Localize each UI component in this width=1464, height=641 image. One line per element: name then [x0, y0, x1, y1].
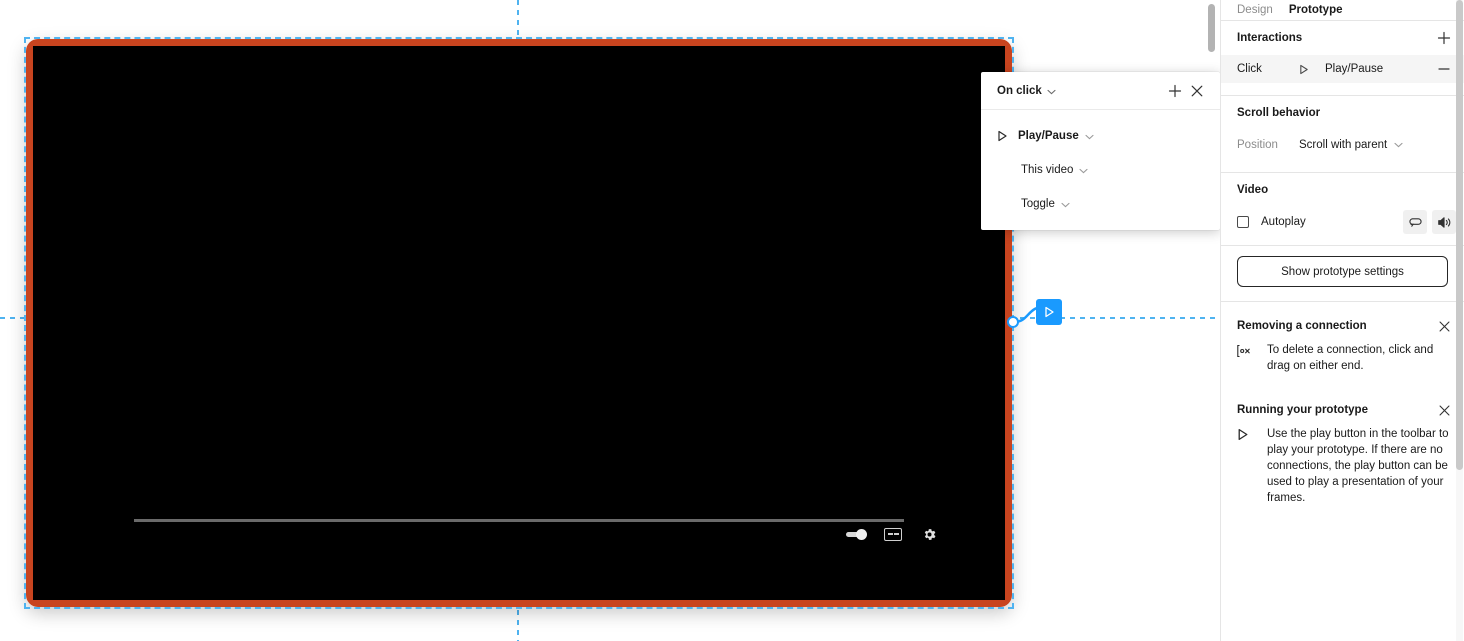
- tab-design[interactable]: Design: [1237, 4, 1273, 16]
- volume-slider[interactable]: [845, 528, 867, 540]
- volume-icon[interactable]: [1432, 210, 1456, 234]
- tip-removing-connection: Removing a connection To delete a connec…: [1221, 310, 1464, 388]
- autoplay-label: Autoplay: [1261, 216, 1306, 228]
- interaction-trigger-label: Click: [1237, 63, 1262, 75]
- popup-trigger-title: On click: [997, 84, 1042, 97]
- panel-tabs: Design Prototype: [1221, 0, 1464, 21]
- popup-action-label: Play/Pause: [1018, 130, 1079, 142]
- add-interaction-button[interactable]: [1432, 26, 1456, 50]
- chevron-down-icon[interactable]: [1085, 127, 1094, 145]
- video-frame-selected[interactable]: [24, 37, 1014, 609]
- tip-title: Removing a connection: [1237, 320, 1367, 332]
- chevron-down-icon[interactable]: [1061, 195, 1070, 213]
- interaction-action-label: Play/Pause: [1325, 63, 1384, 75]
- popup-mode-row[interactable]: Toggle: [1021, 192, 1204, 216]
- tip-text: To delete a connection, click and drag o…: [1267, 344, 1434, 372]
- panel-scrollbar-thumb[interactable]: [1456, 0, 1463, 470]
- tip-running-prototype: Running your prototype Use the play butt…: [1221, 394, 1464, 520]
- play-triangle-icon: [997, 130, 1008, 142]
- interactions-title: Interactions: [1237, 32, 1303, 44]
- video-section: Video Autoplay: [1221, 173, 1464, 246]
- video-screen[interactable]: [33, 46, 1005, 600]
- chevron-down-icon: [1394, 139, 1403, 151]
- close-tip-button[interactable]: [1432, 398, 1456, 422]
- popup-mode-label: Toggle: [1021, 198, 1055, 210]
- right-properties-panel: Design Prototype Interactions Click Play…: [1220, 0, 1464, 641]
- close-popup-button[interactable]: [1186, 80, 1208, 102]
- closed-captions-icon[interactable]: [883, 524, 903, 544]
- interactions-section: Interactions Click Play/Pause: [1221, 21, 1464, 96]
- position-dropdown[interactable]: Scroll with parent: [1299, 139, 1403, 151]
- position-label: Position: [1237, 139, 1278, 151]
- popup-header: On click: [981, 72, 1220, 110]
- play-triangle-icon: [1299, 64, 1325, 75]
- popup-target-row[interactable]: This video: [1021, 158, 1204, 182]
- tab-prototype[interactable]: Prototype: [1289, 4, 1343, 16]
- video-header: Video: [1221, 173, 1464, 207]
- position-value: Scroll with parent: [1299, 139, 1388, 151]
- popup-body: Play/Pause This video Toggle: [981, 110, 1220, 216]
- interaction-row-click[interactable]: Click Play/Pause: [1221, 55, 1464, 83]
- remove-connection-icon: [1237, 342, 1253, 374]
- scroll-behavior-title: Scroll behavior: [1237, 107, 1321, 119]
- interaction-details-popup[interactable]: On click Play/Pause This video Toggle: [981, 72, 1220, 230]
- play-triangle-icon: [1237, 426, 1253, 506]
- chevron-down-icon[interactable]: [1047, 82, 1056, 100]
- autoplay-checkbox[interactable]: [1237, 216, 1249, 228]
- close-tip-button[interactable]: [1432, 314, 1456, 338]
- chevron-down-icon[interactable]: [1079, 161, 1088, 179]
- scroll-behavior-section: Scroll behavior Position Scroll with par…: [1221, 96, 1464, 173]
- video-options-row: Autoplay: [1221, 207, 1464, 237]
- loop-icon[interactable]: [1403, 210, 1427, 234]
- video-controls[interactable]: [845, 524, 939, 544]
- connection-play-node[interactable]: [1036, 299, 1062, 325]
- play-triangle-icon: [1044, 306, 1054, 318]
- popup-target-label: This video: [1021, 164, 1074, 176]
- position-row: Position Scroll with parent: [1221, 130, 1464, 160]
- popup-action-row[interactable]: Play/Pause: [997, 124, 1204, 148]
- video-frame-border[interactable]: [26, 39, 1012, 607]
- prototype-settings-section: Show prototype settings: [1221, 246, 1464, 302]
- add-interaction-button[interactable]: [1164, 80, 1186, 102]
- settings-gear-icon[interactable]: [919, 524, 939, 544]
- tip-title: Running your prototype: [1237, 404, 1368, 416]
- show-prototype-settings-button[interactable]: Show prototype settings: [1237, 256, 1448, 287]
- remove-interaction-button[interactable]: [1432, 57, 1456, 81]
- figma-prototype-screen: On click Play/Pause This video Toggle De…: [0, 0, 1464, 641]
- video-title: Video: [1237, 184, 1269, 196]
- volume-knob[interactable]: [855, 528, 867, 540]
- interactions-header: Interactions: [1221, 21, 1464, 55]
- canvas-vertical-scrollbar[interactable]: [1208, 4, 1215, 52]
- video-progress-bar[interactable]: [134, 519, 904, 522]
- connection-start-handle[interactable]: [1007, 316, 1019, 328]
- scroll-behavior-header: Scroll behavior: [1221, 96, 1464, 130]
- tip-text: Use the play button in the toolbar to pl…: [1267, 428, 1449, 504]
